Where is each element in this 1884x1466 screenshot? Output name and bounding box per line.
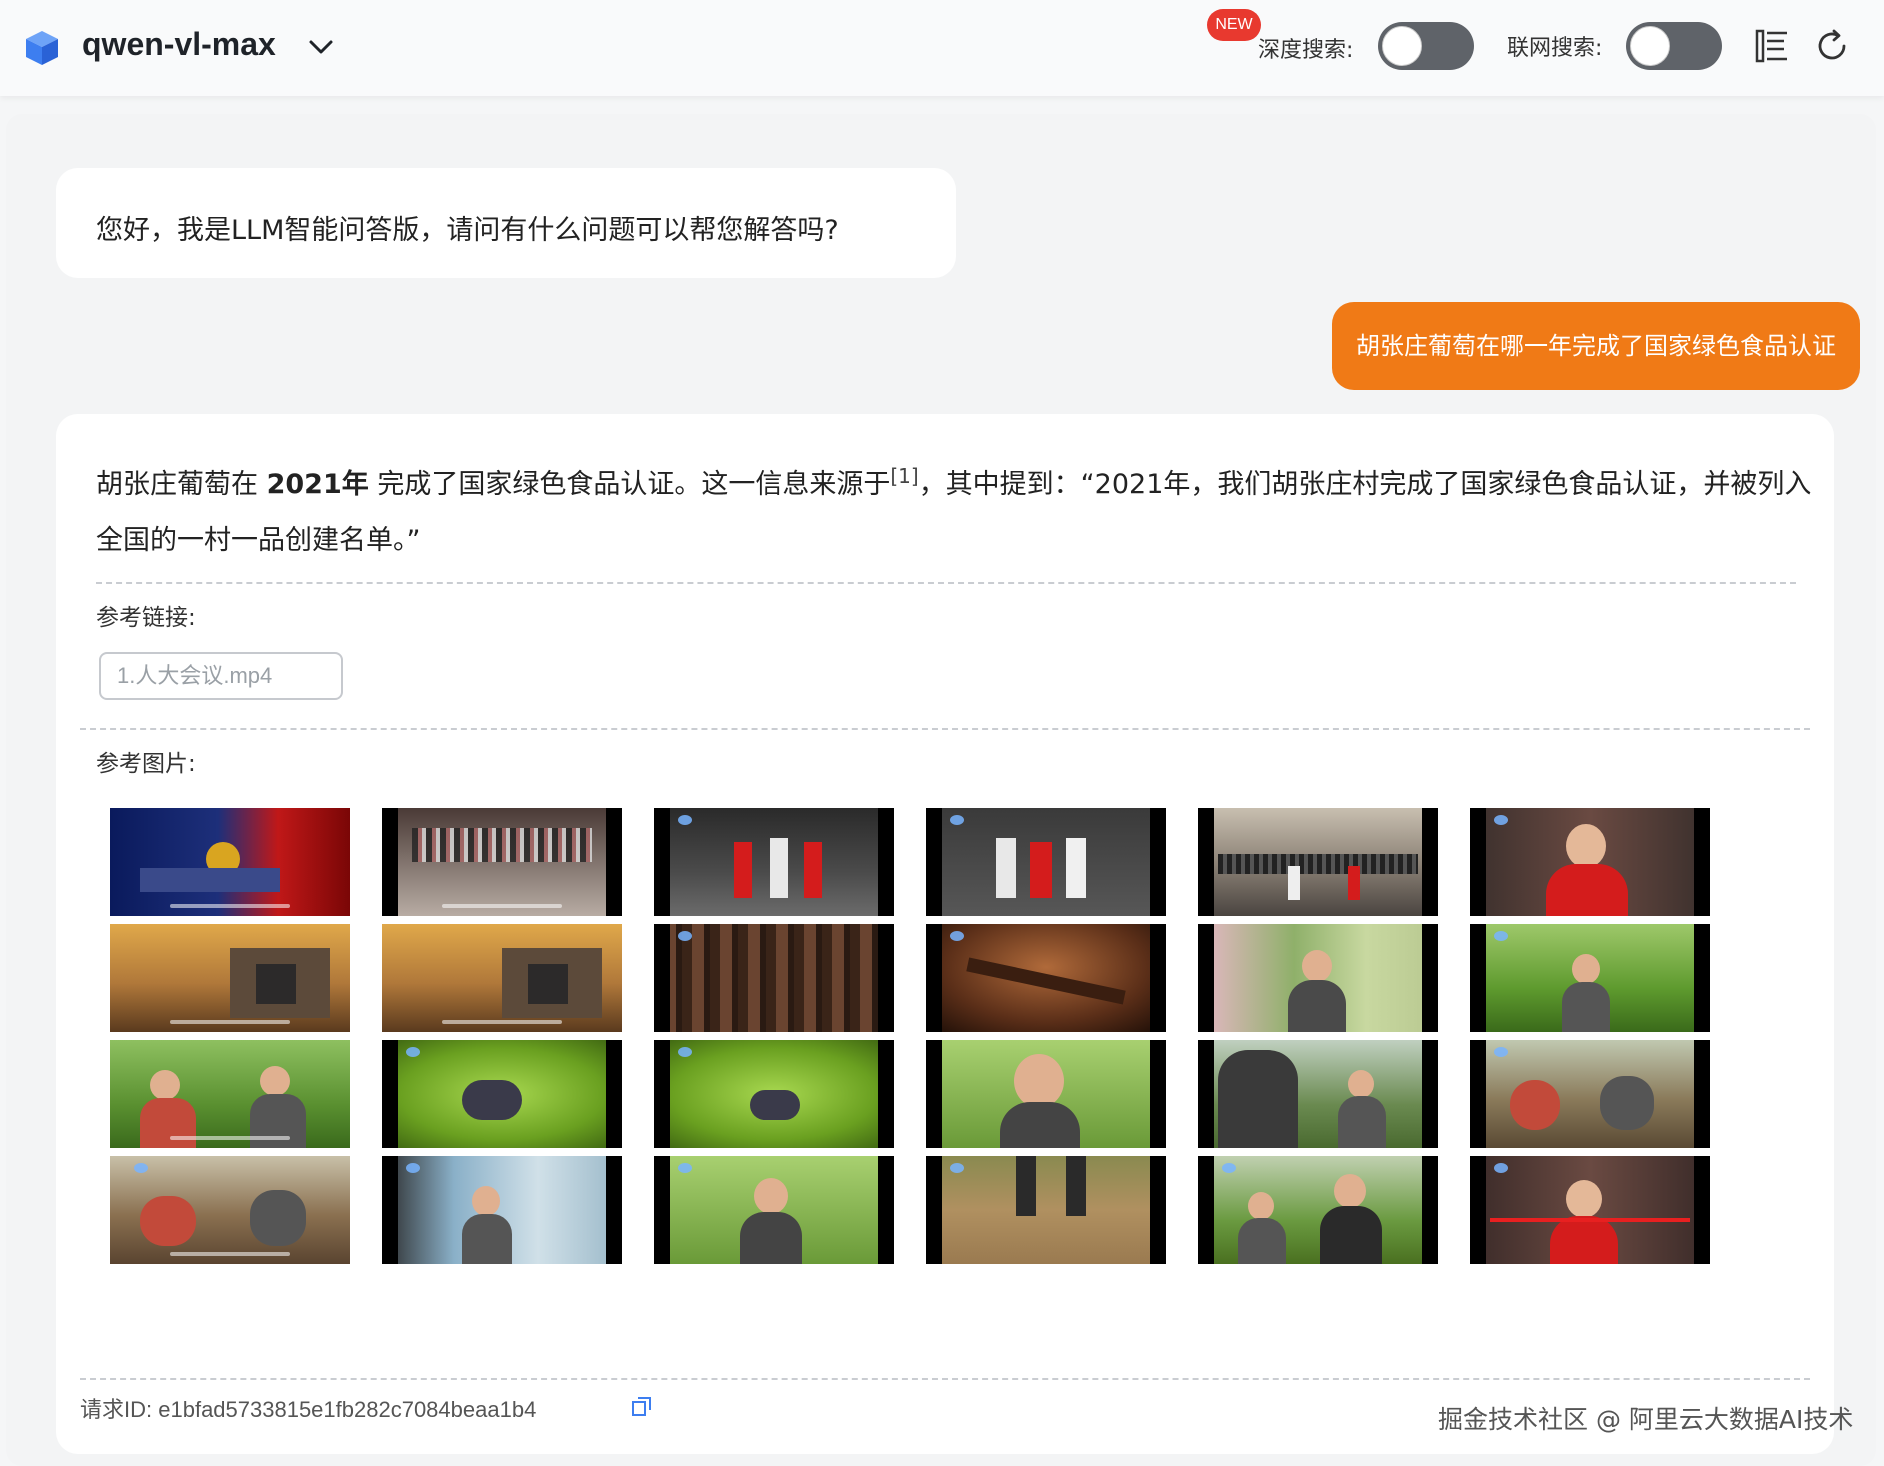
reference-image[interactable]	[382, 924, 622, 1032]
reference-image[interactable]	[1470, 1156, 1710, 1264]
reference-image[interactable]	[926, 1040, 1166, 1148]
user-question-text: 胡张庄葡萄在哪一年完成了国家绿色食品认证	[1356, 332, 1836, 360]
reference-image[interactable]	[382, 1156, 622, 1264]
greeting-text: 您好，我是LLM智能问答版，请问有什么问题可以帮您解答吗?	[96, 215, 839, 246]
reference-image[interactable]	[926, 924, 1166, 1032]
reference-image[interactable]	[654, 808, 894, 916]
answer-year: 2021年	[266, 469, 369, 500]
reference-image[interactable]	[1198, 1156, 1438, 1264]
reference-image[interactable]	[926, 808, 1166, 916]
reference-image[interactable]	[1198, 1040, 1438, 1148]
web-search-label: 联网搜索:	[1507, 36, 1603, 61]
reference-image[interactable]	[654, 924, 894, 1032]
reference-image[interactable]	[1198, 924, 1438, 1032]
reference-image[interactable]	[1470, 1040, 1710, 1148]
divider	[80, 728, 1810, 730]
deep-search-label: 深度搜索:	[1258, 38, 1354, 63]
reference-image[interactable]	[1198, 808, 1438, 916]
cube-logo-icon	[26, 31, 58, 65]
answer-part: 胡张庄葡萄在	[96, 469, 267, 500]
web-search-toggle[interactable]	[1626, 22, 1722, 70]
reference-image[interactable]	[110, 924, 350, 1032]
chevron-down-icon[interactable]	[306, 32, 336, 62]
request-id-label: 请求ID:	[80, 1397, 153, 1422]
answer-part: 完成了国家绿色食品认证。这一信息来源于	[368, 469, 891, 500]
refresh-icon[interactable]	[1812, 26, 1852, 66]
ref-link-item[interactable]: 1.人大会议.mp4	[99, 652, 343, 700]
divider	[80, 1378, 1810, 1380]
top-bar: qwen-vl-max NEW 深度搜索: 联网搜索:	[0, 0, 1884, 96]
reference-image[interactable]	[110, 1040, 350, 1148]
reference-image[interactable]	[1470, 808, 1710, 916]
reference-image[interactable]	[382, 808, 622, 916]
ref-images-label: 参考图片:	[96, 751, 196, 777]
reference-image[interactable]	[654, 1156, 894, 1264]
assistant-greeting: 您好，我是LLM智能问答版，请问有什么问题可以帮您解答吗?	[56, 168, 956, 278]
citation-marker[interactable]: [1]	[890, 464, 918, 488]
ref-links-label: 参考链接:	[96, 605, 196, 631]
copy-icon[interactable]	[630, 1394, 654, 1418]
toggle-knob	[1382, 26, 1422, 66]
deep-search-toggle[interactable]	[1378, 22, 1474, 70]
reference-image[interactable]	[110, 1156, 350, 1264]
reference-image[interactable]	[654, 1040, 894, 1148]
watermark: 掘金技术社区 @ 阿里云大数据AI技术	[1438, 1405, 1854, 1434]
toggle-knob	[1630, 26, 1670, 66]
new-badge: NEW	[1207, 9, 1261, 41]
reference-image[interactable]	[110, 808, 350, 916]
answer-text: 胡张庄葡萄在 2021年 完成了国家绿色食品认证。这一信息来源于[1]，其中提到…	[96, 448, 1816, 569]
divider	[96, 582, 1796, 584]
user-message: 胡张庄葡萄在哪一年完成了国家绿色食品认证	[1332, 302, 1860, 390]
reference-image[interactable]	[1470, 924, 1710, 1032]
request-id-value: e1bfad5733815e1fb282c7084beaa1b4	[158, 1397, 537, 1422]
reference-image[interactable]	[382, 1040, 622, 1148]
model-name[interactable]: qwen-vl-max	[82, 26, 276, 63]
request-id: 请求ID: e1bfad5733815e1fb282c7084beaa1b4	[80, 1392, 536, 1424]
reference-image[interactable]	[926, 1156, 1166, 1264]
history-list-icon[interactable]	[1752, 26, 1792, 66]
